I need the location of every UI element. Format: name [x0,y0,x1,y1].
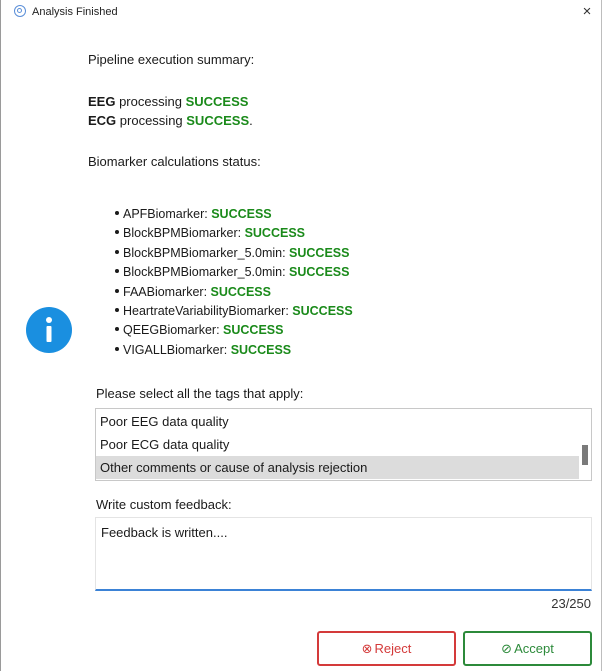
biomarker-name: APFBiomarker: [123,207,212,221]
biomarker-status: SUCCESS [211,207,272,221]
bullet-icon [115,307,119,312]
biomarker-name: VIGALLBiomarker: [123,342,231,357]
feedback-textarea[interactable]: Feedback is written.... [95,517,592,591]
bullet-icon [115,346,119,351]
biomarker-item: BlockBPMBiomarker: SUCCESS [115,224,353,243]
biomarker-name: QEEGBiomarker: [123,323,224,338]
reject-label: Reject [374,641,412,656]
ecg-processing-status: ECG processing SUCCESS. [88,113,253,128]
biomarker-status: SUCCESS [289,245,350,260]
feedback-label: Write custom feedback: [96,497,232,512]
biomarker-status: SUCCESS [244,226,305,241]
biomarker-status: SUCCESS [289,265,350,280]
bullet-icon [115,269,119,274]
accept-icon: ⊘ [501,640,513,656]
reject-icon: ⊗ [361,640,373,656]
ecg-middle-text: processing [116,113,187,128]
biomarker-item: VIGALLBiomarker: SUCCESS [115,341,353,360]
reject-button[interactable]: ⊗ Reject [317,631,456,666]
tag-option-poor-ecg[interactable]: Poor ECG data quality [96,433,579,456]
bullet-icon [115,288,119,293]
window-title: Analysis Finished [32,6,118,18]
biomarker-name: HeartrateVariabilityBiomarker: [123,303,293,318]
bullet-icon [115,249,119,254]
biomarker-name: BlockBPMBiomarker_5.0min: [123,265,290,280]
bullet-icon [115,230,119,235]
bullet-icon [115,327,119,332]
accept-button[interactable]: ⊘ Accept [463,631,592,666]
accept-label: Accept [514,641,554,656]
ecg-label: ECG [88,113,117,128]
summary-title: Pipeline execution summary: [88,52,255,67]
biomarker-item: QEEGBiomarker: SUCCESS [115,321,353,340]
biomarker-item: HeartrateVariabilityBiomarker: SUCCESS [115,302,353,321]
ecg-suffix: . [249,113,253,128]
tag-option-other-comments[interactable]: Other comments or cause of analysis reje… [96,456,579,479]
biomarker-status: SUCCESS [230,342,292,357]
tags-scrollbar[interactable] [579,409,591,480]
biomarker-item: FAABiomarker: SUCCESS [115,283,353,302]
biomarker-status: SUCCESS [210,284,271,299]
eeg-processing-status: EEG processing SUCCESS [88,94,248,109]
tag-option-poor-eeg[interactable]: Poor EEG data quality [96,410,579,433]
close-button[interactable]: × [579,4,595,20]
tags-label: Please select all the tags that apply: [96,386,304,401]
feedback-text[interactable]: Feedback is written.... [101,525,227,540]
biomarker-name: BlockBPMBiomarker_5.0min: [123,245,290,260]
biomarker-item: BlockBPMBiomarker_5.0min: SUCCESS [115,263,353,282]
eeg-status: SUCCESS [185,94,249,109]
biomarker-name: FAABiomarker: [123,284,211,299]
biomarker-status: SUCCESS [223,323,284,338]
scrollbar-thumb[interactable] [582,445,588,465]
ecg-status: SUCCESS [186,113,250,128]
eeg-middle-text: processing [115,94,186,109]
biomarker-item: BlockBPMBiomarker_5.0min: SUCCESS [115,244,353,263]
biomarker-title: Biomarker calculations status: [88,154,261,169]
biomarker-status: SUCCESS [292,303,353,318]
biomarker-list: APFBiomarker: SUCCESS BlockBPMBiomarker:… [115,205,353,360]
app-icon [14,5,26,17]
info-icon [26,307,72,353]
eeg-label: EEG [88,94,116,109]
bullet-icon [115,211,119,215]
biomarker-name: BlockBPMBiomarker: [123,226,245,241]
character-count: 23/250 [551,596,591,611]
title-bar: Analysis Finished × [1,0,601,26]
tags-listbox[interactable]: Poor EEG data quality Poor ECG data qual… [95,408,592,481]
biomarker-item: APFBiomarker: SUCCESS [115,205,353,224]
analysis-finished-dialog: Analysis Finished × Pipeline execution s… [0,0,602,671]
